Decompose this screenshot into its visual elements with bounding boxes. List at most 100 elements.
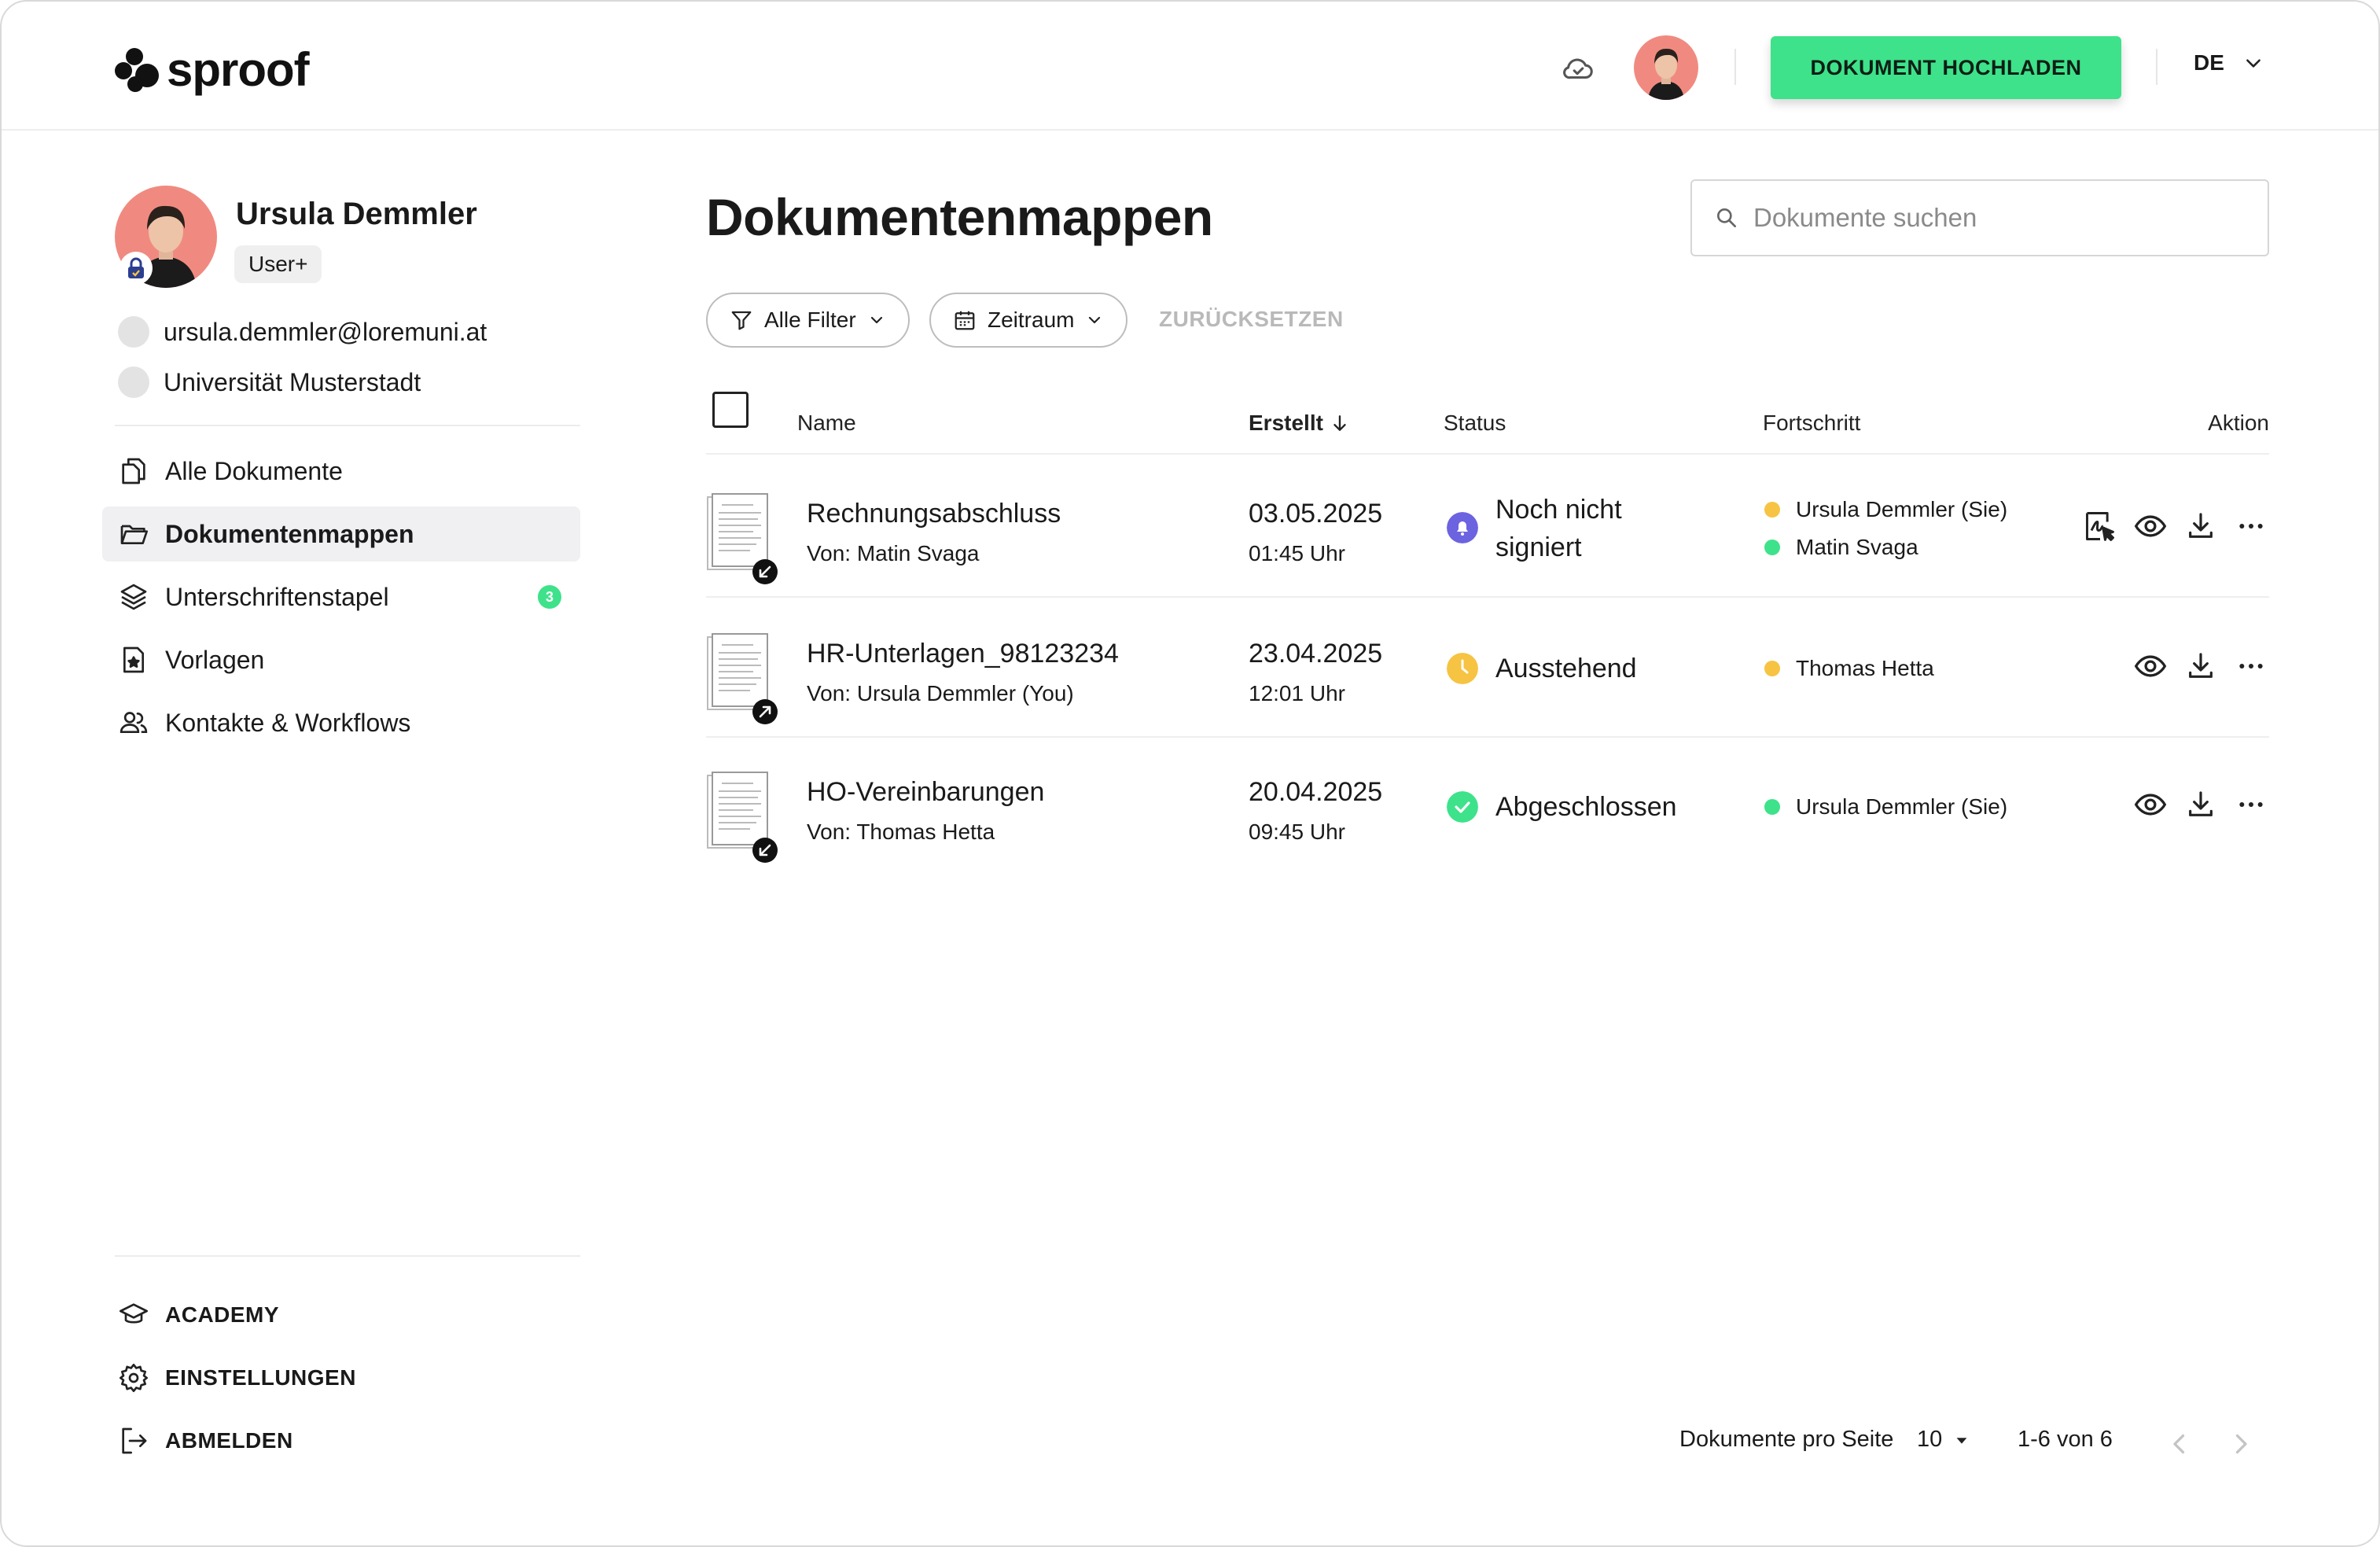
created-time: 01:45 Uhr	[1249, 541, 1345, 565]
settings-label: EINSTELLUNGEN	[165, 1365, 356, 1390]
filter-icon	[731, 311, 752, 330]
academy-label: ACADEMY	[165, 1302, 280, 1327]
chevron-right-icon[interactable]	[2227, 1430, 2255, 1458]
role-badge: User+	[234, 245, 322, 283]
period-label: Zeitraum	[988, 308, 1075, 332]
sidebar-item-contacts-workflows[interactable]: Kontakte & Workflows	[102, 695, 580, 750]
sidebar-item-label: Unterschriftenstapel	[165, 582, 389, 611]
created-time: 09:45 Uhr	[1249, 820, 1345, 844]
logout-link[interactable]: ABMELDEN	[118, 1425, 293, 1457]
folder-icon	[120, 525, 149, 544]
check-status-icon	[1447, 791, 1478, 823]
more-icon	[2239, 664, 2263, 669]
column-created[interactable]: Erstellt	[1249, 411, 1350, 436]
eye-icon	[2134, 655, 2167, 677]
language-label: DE	[2194, 50, 2224, 75]
sidebar-item-label: Vorlagen	[165, 645, 265, 674]
chevron-down-icon	[2246, 59, 2260, 68]
more-button[interactable]	[2233, 508, 2269, 544]
search-box[interactable]	[1690, 179, 2269, 256]
eye-icon	[2134, 794, 2167, 816]
logout-label: ABMELDEN	[165, 1428, 293, 1453]
chevron-left-icon[interactable]	[2165, 1430, 2194, 1458]
document-title[interactable]: HO-Vereinbarungen	[807, 777, 1044, 808]
done-dot-icon	[1764, 799, 1780, 815]
view-button[interactable]	[2132, 508, 2168, 544]
pending-dot-icon	[1764, 661, 1780, 676]
all-filters-label: Alle Filter	[764, 308, 856, 332]
sidebar-item-label: Dokumentenmappen	[165, 519, 414, 548]
sidebar-item-templates[interactable]: Vorlagen	[102, 632, 580, 687]
lock-icon	[120, 252, 153, 285]
download-button[interactable]	[2183, 648, 2219, 684]
view-button[interactable]	[2132, 648, 2168, 684]
email-text: ursula.demmler@loremuni.at	[164, 317, 487, 346]
logo[interactable]: sproof	[115, 42, 310, 97]
column-status: Status	[1444, 411, 1506, 435]
email-icon	[118, 316, 149, 348]
pagination-range: 1-6 von 6	[2018, 1427, 2113, 1452]
period-filter-button[interactable]: Zeitraum	[929, 293, 1128, 348]
download-icon	[2189, 513, 2213, 538]
more-button[interactable]	[2233, 648, 2269, 684]
search-input[interactable]	[1753, 203, 2225, 233]
created-time: 12:01 Uhr	[1249, 681, 1345, 705]
arrow-down-icon	[1333, 415, 1346, 431]
language-selector[interactable]: DE	[2194, 50, 2264, 76]
reset-filters-button[interactable]: ZURÜCKSETZEN	[1159, 307, 1344, 332]
eye-icon	[2134, 515, 2167, 537]
created-date: 03.05.2025	[1249, 499, 1383, 529]
document-sender: Von: Thomas Hetta	[807, 820, 995, 844]
pending-dot-icon	[1764, 502, 1780, 518]
documents-icon	[122, 458, 145, 484]
all-filters-button[interactable]: Alle Filter	[706, 293, 910, 348]
sign-button[interactable]	[2082, 508, 2118, 544]
per-page-select[interactable]: 10	[1917, 1427, 1970, 1453]
settings-link[interactable]: EINSTELLUNGEN	[118, 1362, 356, 1394]
view-button[interactable]	[2132, 786, 2168, 823]
sidebar-item-signature-stack[interactable]: Unterschriftenstapel 3	[102, 569, 580, 624]
table-row[interactable]: HR-Unterlagen_98123234 Von: Ursula Demml…	[706, 599, 2269, 738]
row-actions	[2132, 648, 2269, 684]
chevron-down-icon	[1089, 316, 1101, 324]
select-all-checkbox[interactable]	[712, 392, 749, 428]
layers-icon	[120, 584, 147, 610]
bell-status-icon	[1447, 512, 1478, 543]
template-icon	[123, 646, 144, 673]
user-avatar[interactable]	[1634, 35, 1698, 100]
sidebar-item-label: Alle Dokumente	[165, 456, 343, 485]
upload-document-button[interactable]: DOKUMENT HOCHLADEN	[1771, 36, 2121, 99]
table-row[interactable]: Rechnungsabschluss Von: Matin Svaga 03.0…	[706, 459, 2269, 598]
sidebar-item-all-documents[interactable]: Alle Dokumente	[102, 444, 580, 499]
graduation-cap-icon	[120, 1303, 149, 1324]
incoming-arrow-icon	[752, 559, 778, 584]
status-label: Abgeschlossen	[1495, 792, 1677, 822]
download-button[interactable]	[2183, 508, 2219, 544]
done-dot-icon	[1764, 540, 1780, 555]
column-name[interactable]: Name	[797, 411, 856, 436]
sidebar-item-label: Kontakte & Workflows	[165, 708, 411, 737]
logo-icon	[115, 46, 160, 94]
gear-icon	[120, 1364, 149, 1392]
calendar-icon	[955, 311, 975, 330]
academy-link[interactable]: ACADEMY	[118, 1299, 279, 1331]
incoming-arrow-icon	[752, 838, 778, 863]
download-button[interactable]	[2183, 786, 2219, 823]
sidebar-divider	[115, 425, 580, 426]
signer-item: Ursula Demmler (Sie)	[1764, 794, 2007, 820]
sidebar-item-document-folders[interactable]: Dokumentenmappen	[102, 506, 580, 562]
caret-down-icon	[1956, 1437, 1967, 1444]
signer-item: Matin Svaga	[1764, 535, 1918, 560]
per-page-label: Dokumente pro Seite	[1679, 1427, 1894, 1452]
document-title[interactable]: Rechnungsabschluss	[807, 499, 1061, 529]
created-date: 23.04.2025	[1249, 639, 1383, 669]
document-title[interactable]: HR-Unterlagen_98123234	[807, 639, 1119, 669]
more-button[interactable]	[2233, 786, 2269, 823]
app-window: sproof DOKUMENT HOCHLADEN DE Ursula Demm…	[0, 0, 2380, 1547]
organization-text: Universität Musterstadt	[164, 367, 421, 396]
table-row[interactable]: HO-Vereinbarungen Von: Thomas Hetta 20.0…	[706, 738, 2269, 876]
chevron-down-icon	[870, 316, 882, 324]
logo-text: sproof	[167, 43, 310, 96]
row-actions	[2132, 786, 2269, 823]
cloud-sync-icon[interactable]	[1560, 50, 1596, 87]
